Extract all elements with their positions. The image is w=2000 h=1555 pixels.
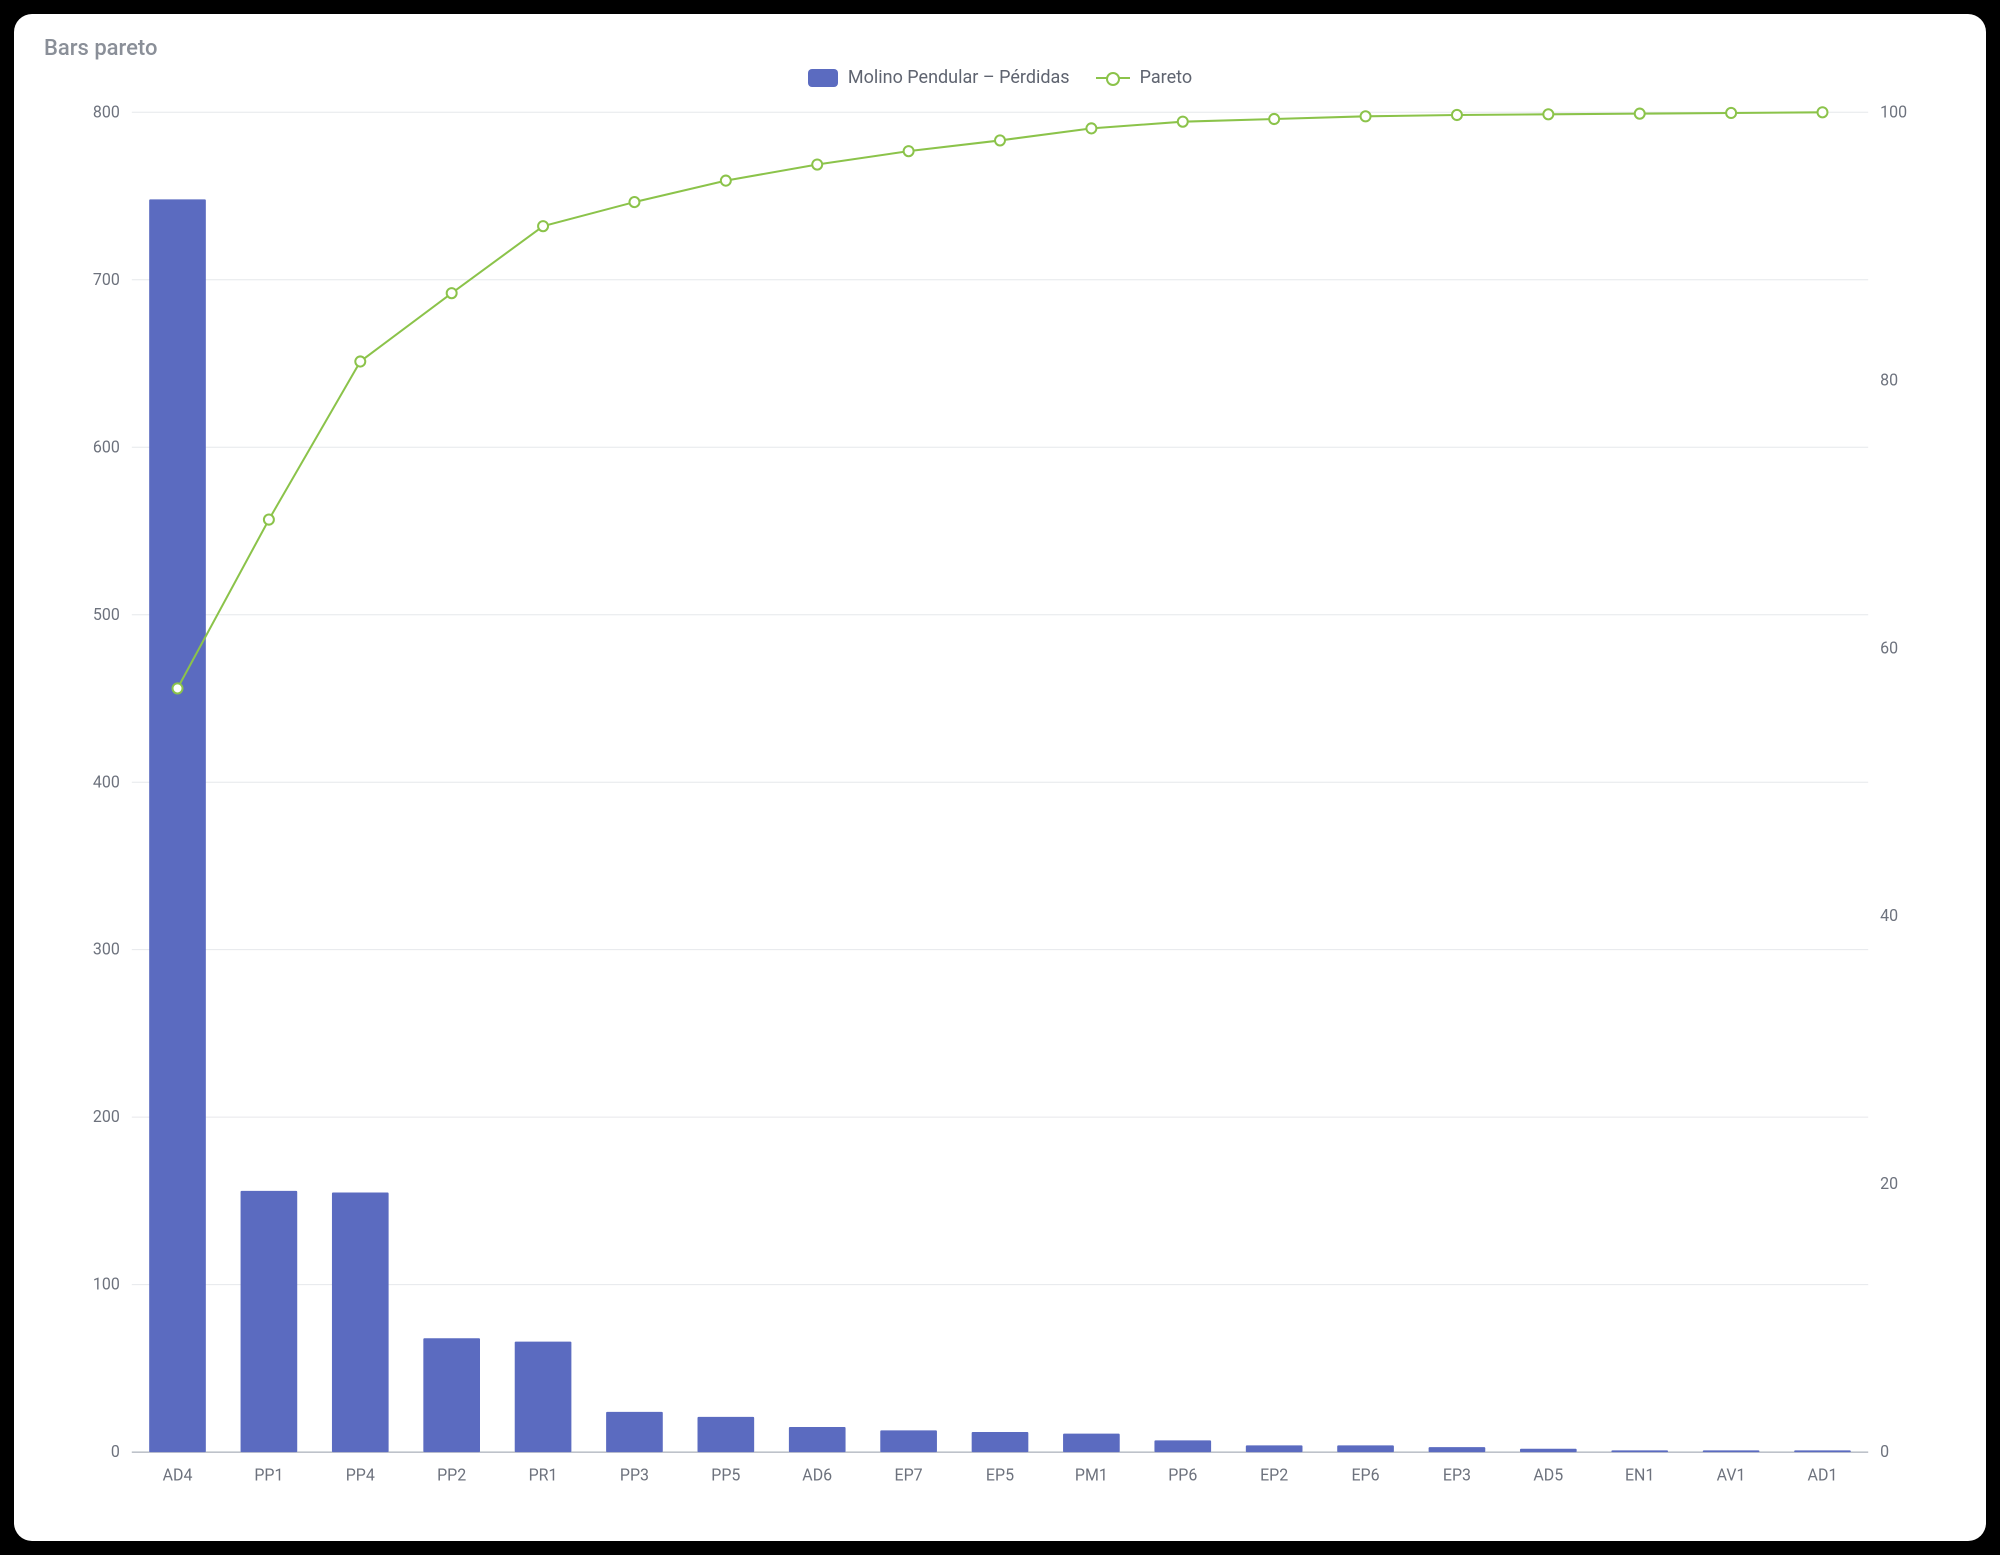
legend: Molino Pendular – Pérdidas Pareto	[42, 67, 1958, 88]
legend-item-bars[interactable]: Molino Pendular – Pérdidas	[808, 67, 1070, 88]
svg-text:PP5: PP5	[711, 1465, 740, 1484]
pareto-point-AD4[interactable]	[173, 683, 183, 693]
legend-label-bars: Molino Pendular – Pérdidas	[848, 67, 1070, 88]
bar-PP6[interactable]	[1154, 1440, 1211, 1452]
svg-text:PP4: PP4	[346, 1465, 375, 1484]
line-swatch-icon	[1096, 77, 1130, 79]
pareto-point-AV1[interactable]	[1726, 108, 1736, 118]
bar-AV1[interactable]	[1703, 1450, 1760, 1452]
pareto-point-EP5[interactable]	[995, 135, 1005, 145]
pareto-point-AD5[interactable]	[1543, 109, 1553, 119]
pareto-point-EP2[interactable]	[1269, 114, 1279, 124]
svg-text:100: 100	[93, 1275, 120, 1294]
pareto-point-AD1[interactable]	[1818, 107, 1828, 117]
svg-text:100: 100	[1880, 102, 1907, 121]
bar-swatch-icon	[808, 69, 838, 87]
pareto-point-AD6[interactable]	[812, 159, 822, 169]
legend-item-line[interactable]: Pareto	[1096, 67, 1193, 88]
svg-text:PR1: PR1	[529, 1465, 558, 1484]
svg-text:AD5: AD5	[1533, 1465, 1563, 1484]
svg-text:400: 400	[93, 772, 120, 791]
svg-text:EP5: EP5	[986, 1465, 1014, 1484]
svg-text:0: 0	[111, 1442, 120, 1461]
svg-text:0: 0	[1880, 1442, 1889, 1461]
pareto-point-PP2[interactable]	[447, 288, 457, 298]
bar-PP3[interactable]	[606, 1412, 663, 1452]
pareto-point-PP6[interactable]	[1178, 117, 1188, 127]
svg-text:PP2: PP2	[437, 1465, 466, 1484]
svg-text:40: 40	[1880, 906, 1898, 925]
bar-PP5[interactable]	[698, 1417, 755, 1452]
bar-AD6[interactable]	[789, 1427, 846, 1452]
svg-text:80: 80	[1880, 370, 1898, 389]
pareto-point-PP4[interactable]	[355, 356, 365, 366]
bar-EP2[interactable]	[1246, 1445, 1303, 1452]
pareto-point-PP5[interactable]	[721, 176, 731, 186]
svg-text:EP2: EP2	[1260, 1465, 1288, 1484]
bar-PR1[interactable]	[515, 1342, 572, 1453]
svg-text:PP3: PP3	[620, 1465, 649, 1484]
svg-text:20: 20	[1880, 1174, 1898, 1193]
svg-text:500: 500	[93, 605, 120, 624]
svg-text:60: 60	[1880, 638, 1898, 657]
bar-PP1[interactable]	[241, 1191, 298, 1452]
pareto-point-PP1[interactable]	[264, 515, 274, 525]
svg-text:EN1: EN1	[1625, 1465, 1654, 1484]
svg-text:PP6: PP6	[1168, 1465, 1197, 1484]
svg-text:200: 200	[93, 1107, 120, 1126]
svg-text:AD1: AD1	[1808, 1465, 1838, 1484]
card-title: Bars pareto	[44, 36, 1958, 61]
svg-text:800: 800	[93, 102, 120, 121]
pareto-point-EN1[interactable]	[1635, 109, 1645, 119]
pareto-point-EP7[interactable]	[904, 146, 914, 156]
svg-text:600: 600	[93, 437, 120, 456]
bar-EP3[interactable]	[1429, 1447, 1486, 1452]
svg-text:EP7: EP7	[895, 1465, 923, 1484]
pareto-chart-svg: 0 100 200 300 400 500 600 700 800 0 20 40 60 80 100 AD4…	[42, 92, 1958, 1513]
svg-text:700: 700	[93, 270, 120, 289]
svg-text:AD4: AD4	[163, 1465, 193, 1484]
svg-text:EP6: EP6	[1351, 1465, 1379, 1484]
pareto-point-PP3[interactable]	[629, 197, 639, 207]
bar-AD1[interactable]	[1794, 1450, 1851, 1452]
legend-label-line: Pareto	[1140, 67, 1193, 88]
bar-EP6[interactable]	[1337, 1445, 1394, 1452]
svg-text:300: 300	[93, 940, 120, 959]
svg-text:AV1: AV1	[1717, 1465, 1746, 1484]
svg-text:PM1: PM1	[1075, 1465, 1108, 1484]
bar-EP5[interactable]	[972, 1432, 1029, 1452]
bar-PP2[interactable]	[423, 1338, 480, 1452]
bar-EN1[interactable]	[1611, 1450, 1668, 1452]
bar-AD4[interactable]	[149, 199, 206, 1452]
pareto-point-PR1[interactable]	[538, 221, 548, 231]
pareto-point-EP6[interactable]	[1361, 111, 1371, 121]
bar-AD5[interactable]	[1520, 1449, 1577, 1452]
bar-PM1[interactable]	[1063, 1434, 1120, 1452]
svg-text:EP3: EP3	[1443, 1465, 1471, 1484]
pareto-point-PM1[interactable]	[1086, 123, 1096, 133]
svg-text:PP1: PP1	[254, 1465, 283, 1484]
svg-text:AD6: AD6	[802, 1465, 832, 1484]
bar-EP7[interactable]	[880, 1430, 937, 1452]
bar-PP4[interactable]	[332, 1193, 389, 1453]
chart-card: Bars pareto Molino Pendular – Pérdidas P…	[14, 14, 1986, 1541]
pareto-point-EP3[interactable]	[1452, 110, 1462, 120]
chart-area: 0 100 200 300 400 500 600 700 800 0 20 40 60 80 100 AD4…	[42, 92, 1958, 1513]
pareto-line	[178, 112, 1823, 688]
